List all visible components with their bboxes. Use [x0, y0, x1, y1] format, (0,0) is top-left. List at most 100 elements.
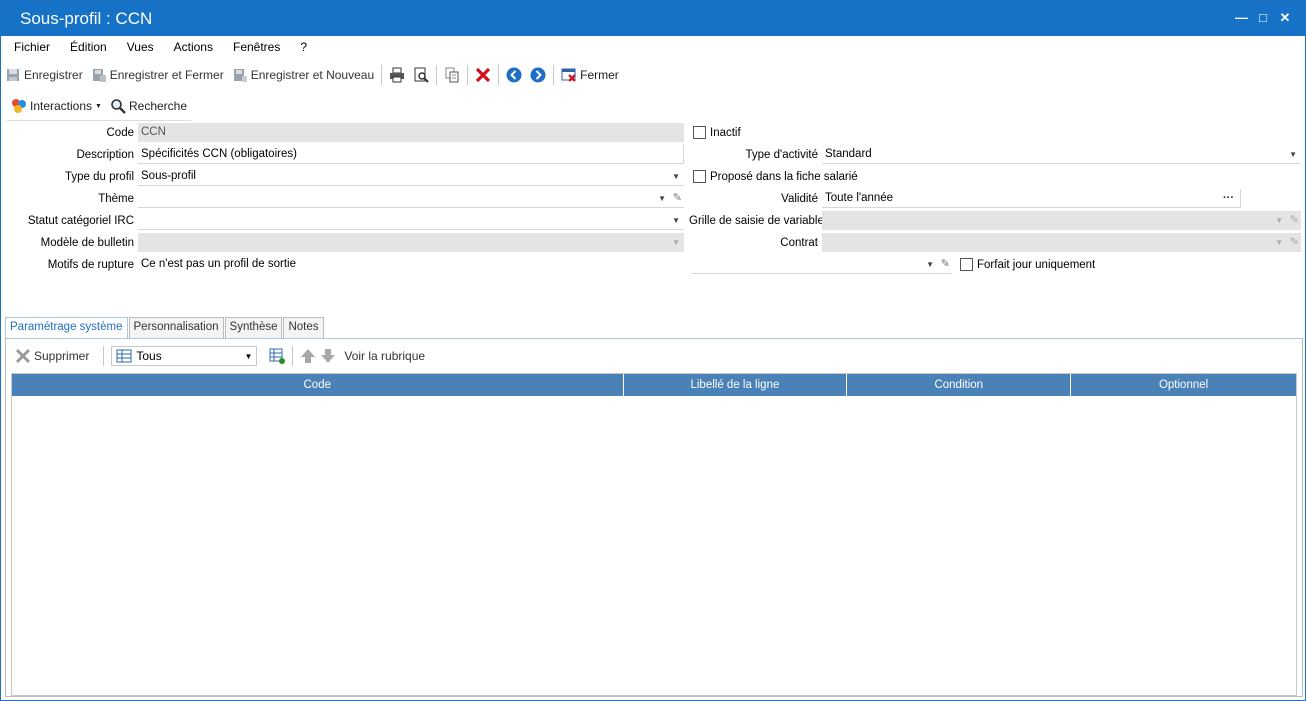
column-header-condition[interactable]: Condition	[847, 374, 1072, 396]
description-field[interactable]: Spécificités CCN (obligatoires)	[138, 145, 684, 164]
statut-label: Statut catégoriel IRC	[27, 215, 134, 227]
window-title: Sous-profil : CCN	[20, 9, 153, 28]
edit-pencil-icon[interactable]: ✎	[673, 189, 682, 208]
code-label: Code	[106, 127, 135, 139]
modele-select[interactable]: ▼	[138, 233, 684, 252]
profile-form: Code CCN Description Spécificités CCN (o…	[1, 123, 1305, 283]
code-field[interactable]: CCN	[138, 123, 684, 142]
statut-select[interactable]: ▼	[138, 211, 684, 230]
column-header-optionnel[interactable]: Optionnel	[1071, 374, 1296, 396]
modele-label: Modèle de bulletin	[40, 237, 134, 249]
interactions-button[interactable]: Interactions ▼	[1, 95, 106, 117]
search-icon	[111, 99, 126, 114]
grille-label: Grille de saisie de variables	[689, 215, 830, 227]
menu-fenetres[interactable]: Fenêtres	[221, 38, 288, 58]
menu-help[interactable]: ?	[288, 38, 315, 58]
toolbar-separator	[467, 65, 469, 85]
title-bar[interactable]: Sous-profil : CCN — □ ✕	[1, 1, 1305, 36]
type-profil-select[interactable]: Sous-profil ▼	[138, 167, 684, 186]
type-activite-label: Type d'activité	[745, 149, 818, 161]
close-window-button[interactable]: ✕	[1279, 10, 1291, 26]
grille-select[interactable]: ▼ ✎	[822, 211, 1301, 230]
theme-select[interactable]: ▼ ✎	[138, 189, 684, 208]
description-label: Description	[76, 149, 134, 161]
print-preview-icon	[414, 67, 429, 83]
contrat-label: Contrat	[780, 237, 818, 249]
secondary-toolbar: Interactions ▼ Recherche	[1, 93, 191, 121]
window: Sous-profil : CCN — □ ✕ Fichier Édition …	[0, 0, 1306, 701]
search-button[interactable]: Recherche	[106, 95, 191, 117]
menu-vues[interactable]: Vues	[115, 38, 162, 58]
move-up-button[interactable]	[296, 345, 320, 367]
delete-gray-icon	[15, 348, 31, 364]
move-down-button[interactable]	[320, 345, 340, 367]
contrat-select[interactable]: ▼ ✎	[822, 233, 1301, 252]
toolbar-separator	[103, 346, 105, 366]
delete-button[interactable]	[471, 64, 495, 86]
print-button[interactable]	[385, 64, 409, 86]
tab-parametrage-systeme[interactable]: Paramétrage système	[5, 317, 128, 339]
save-new-button[interactable]: Enregistrer et Nouveau	[228, 64, 378, 86]
motifs-extra-select[interactable]: ▼ ✎	[691, 255, 952, 274]
edit-pencil-icon: ✎	[1289, 236, 1299, 248]
save-new-icon	[233, 69, 247, 82]
close-form-button[interactable]: Fermer	[557, 64, 623, 86]
tab-notes[interactable]: Notes	[283, 317, 324, 338]
inactif-checkbox[interactable]: Inactif	[693, 126, 741, 139]
grid-toolbar: Supprimer Tous ▼ Voir la rubrique	[11, 344, 429, 368]
arrow-left-circle-icon	[506, 67, 522, 83]
dropdown-arrow-icon: ▼	[672, 172, 680, 181]
validite-label: Validité	[781, 193, 818, 205]
menu-actions[interactable]: Actions	[162, 38, 221, 58]
save-close-icon	[92, 69, 106, 82]
dropdown-arrow-icon: ▼	[1289, 150, 1297, 159]
toolbar-separator	[498, 65, 500, 85]
tab-synthese[interactable]: Synthèse	[224, 317, 283, 338]
chevron-down-icon: ▼	[95, 102, 102, 110]
forfait-checkbox[interactable]: Forfait jour uniquement	[960, 258, 1095, 271]
arrow-down-icon	[321, 349, 336, 363]
type-profil-label: Type du profil	[64, 171, 134, 183]
data-grid: Code Libellé de la ligne Condition Optio…	[11, 373, 1297, 696]
supprimer-button[interactable]: Supprimer	[11, 345, 93, 367]
ellipsis-button[interactable]: ···	[1223, 189, 1234, 208]
column-chooser-button[interactable]	[265, 345, 289, 367]
print-preview-button[interactable]	[409, 64, 433, 86]
validite-field[interactable]: Toute l'année ···	[822, 189, 1241, 208]
toolbar-separator	[381, 65, 383, 85]
menu-edition[interactable]: Édition	[58, 38, 115, 58]
save-icon	[7, 69, 19, 81]
arrow-right-circle-icon	[530, 67, 546, 83]
voir-rubrique-button[interactable]: Voir la rubrique	[340, 345, 429, 367]
maximize-button[interactable]: □	[1257, 10, 1269, 26]
save-button[interactable]: Enregistrer	[1, 64, 87, 86]
edit-pencil-icon[interactable]: ✎	[941, 255, 950, 274]
dropdown-arrow-icon: ▼	[1275, 216, 1283, 225]
dropdown-arrow-icon: ▼	[672, 238, 680, 247]
type-activite-select[interactable]: Standard ▼	[822, 145, 1301, 164]
column-header-code[interactable]: Code	[12, 374, 624, 396]
menu-fichier[interactable]: Fichier	[1, 38, 58, 58]
column-header-libelle[interactable]: Libellé de la ligne	[624, 374, 848, 396]
dropdown-arrow-icon: ▼	[658, 194, 666, 203]
previous-button[interactable]	[502, 64, 526, 86]
theme-label: Thème	[98, 193, 134, 205]
edit-pencil-icon: ✎	[1289, 214, 1299, 226]
table-icon	[116, 349, 132, 363]
toolbar-separator	[436, 65, 438, 85]
dropdown-arrow-icon: ▼	[1275, 238, 1283, 247]
filter-select[interactable]: Tous ▼	[111, 346, 258, 366]
tab-personnalisation[interactable]: Personnalisation	[128, 317, 224, 338]
delete-x-icon	[475, 67, 491, 83]
menu-bar: Fichier Édition Vues Actions Fenêtres ?	[1, 38, 315, 58]
minimize-button[interactable]: —	[1235, 10, 1248, 26]
next-button[interactable]	[526, 64, 550, 86]
close-form-icon	[561, 68, 576, 82]
motifs-label: Motifs de rupture	[47, 259, 134, 271]
save-close-button[interactable]: Enregistrer et Fermer	[87, 64, 228, 86]
copy-button[interactable]	[440, 64, 464, 86]
propose-checkbox[interactable]: Proposé dans la fiche salarié	[693, 170, 858, 183]
motifs-field[interactable]: Ce n'est pas un profil de sortie	[138, 255, 684, 274]
interactions-icon	[12, 99, 26, 113]
dropdown-arrow-icon: ▼	[672, 216, 680, 225]
